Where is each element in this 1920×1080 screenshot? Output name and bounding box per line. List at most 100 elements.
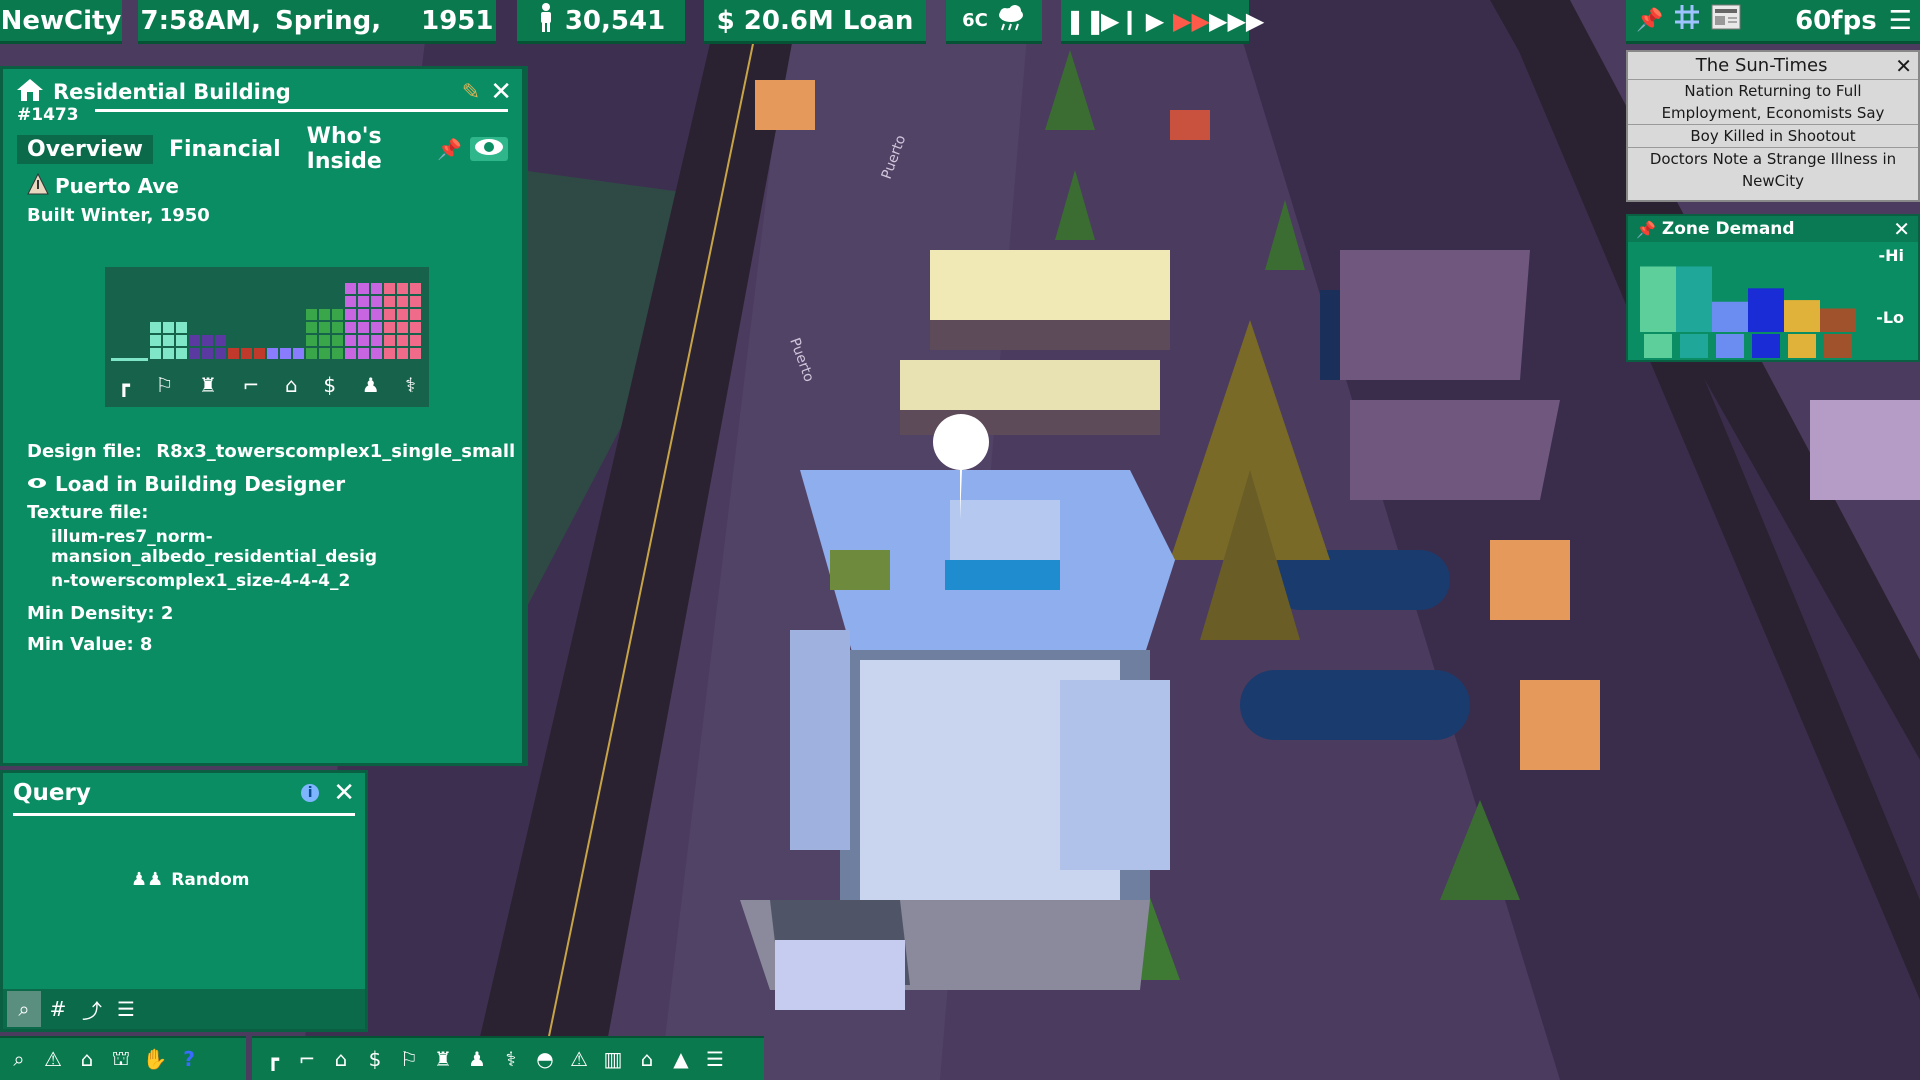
stat-block-density xyxy=(371,309,382,320)
road-warning-icon[interactable]: ⚠ xyxy=(36,1041,70,1077)
weather-box[interactable]: 6C xyxy=(946,0,1042,44)
stat-block-education xyxy=(150,322,161,333)
city-name: NewCity xyxy=(0,5,122,36)
query-item-random[interactable]: ♟♟ Random xyxy=(131,869,250,890)
design-file-value: R8x3_towerscomplex1_single_small xyxy=(156,441,516,462)
close-query-panel-button[interactable]: ✕ xyxy=(333,778,355,808)
stat-block-police xyxy=(254,348,265,359)
demand-bar-farm xyxy=(1784,300,1820,332)
close-building-panel-button[interactable]: ✕ xyxy=(490,77,512,107)
monument-icon[interactable]: ♜ xyxy=(426,1041,460,1077)
texture-file-label: Texture file: xyxy=(27,502,149,523)
stat-block-community xyxy=(306,309,317,320)
headline-3[interactable]: Doctors Note a Strange Illness in NewCit… xyxy=(1628,148,1918,192)
headline-2[interactable]: Boy Killed in Shootout xyxy=(1628,125,1918,148)
pin-panel-icon[interactable]: 📌 xyxy=(437,137,462,161)
query-icon[interactable]: ⌕ xyxy=(2,1041,36,1077)
population-text: 30,541 xyxy=(564,5,666,36)
fast-forward-icon[interactable]: ▶▶ xyxy=(1173,7,1210,35)
help-icon[interactable]: ? xyxy=(172,1041,206,1077)
query-tool-magnifier-icon[interactable]: ⌕ xyxy=(7,991,41,1027)
pin-icon[interactable]: 📌 xyxy=(1636,8,1663,33)
farm-zone-icon[interactable] xyxy=(1788,334,1816,358)
education-tool-icon[interactable]: ⚐ xyxy=(392,1041,426,1077)
stat-block-density xyxy=(358,296,369,307)
tab-whos-inside[interactable]: Who's Inside xyxy=(297,122,431,176)
zone-demand-panel: 📌 Zone Demand ✕ -Hi -Lo xyxy=(1626,214,1920,362)
police-icon[interactable]: ⌐ xyxy=(290,1041,324,1077)
close-zone-demand-button[interactable]: ✕ xyxy=(1893,217,1910,241)
road-icon[interactable]: ┏ xyxy=(256,1041,290,1077)
query-title: Query xyxy=(13,780,91,806)
stat-block-density xyxy=(358,309,369,320)
headline-1[interactable]: Nation Returning to Full Employment, Eco… xyxy=(1628,80,1918,125)
pause-icon[interactable]: ❚❚ xyxy=(1065,7,1105,35)
building-info-panel: Residential Building ✎ ✕ #1473 Overview … xyxy=(0,66,528,766)
health-tool-icon[interactable]: ⚕ xyxy=(494,1041,528,1077)
load-designer-link[interactable]: Load in Building Designer xyxy=(27,472,527,496)
stat-block-community xyxy=(332,335,343,346)
residential-zone-icon[interactable] xyxy=(1644,334,1672,358)
stat-block-crime xyxy=(202,348,213,359)
tab-overview[interactable]: Overview xyxy=(17,134,153,164)
stat-block-police xyxy=(228,348,239,359)
city-name-box[interactable]: NewCity xyxy=(0,0,122,44)
money-icon[interactable]: $ xyxy=(358,1041,392,1077)
demand-bar-office xyxy=(1748,288,1784,332)
season-text: Spring, xyxy=(275,5,382,36)
grid-icon[interactable] xyxy=(1673,3,1701,38)
query-header: Query i ✕ xyxy=(3,773,365,813)
pin-zone-icon[interactable]: 📌 xyxy=(1636,220,1656,239)
stat-block-law xyxy=(267,348,278,359)
tab-financial[interactable]: Financial xyxy=(159,135,291,164)
info-icon[interactable]: i xyxy=(301,784,320,802)
play-icon[interactable]: ▶ xyxy=(1137,7,1173,35)
newspaper-tool-icon[interactable]: ☰ xyxy=(698,1041,732,1077)
industry-icon[interactable]: ▲ xyxy=(664,1041,698,1077)
car-icon[interactable]: ◓ xyxy=(528,1041,562,1077)
budget-icon[interactable]: ✋ xyxy=(138,1041,172,1077)
mixed-use-zone-icon[interactable] xyxy=(1680,334,1708,358)
stat-block-education xyxy=(150,335,161,346)
step-icon[interactable]: ▶❙ xyxy=(1101,7,1140,35)
office-zone-icon[interactable] xyxy=(1752,334,1780,358)
stat-block-community xyxy=(319,309,330,320)
fastest-icon[interactable]: ▶▶▶ xyxy=(1209,7,1264,35)
stat-block-community xyxy=(332,309,343,320)
eye-icon[interactable] xyxy=(470,137,508,161)
stat-block-community xyxy=(306,322,317,333)
stat-block-law xyxy=(280,348,291,359)
industrial-zone-icon[interactable] xyxy=(1824,334,1852,358)
street-name[interactable]: Puerto Ave xyxy=(55,174,179,198)
ledger-tool-icon[interactable]: ☰ xyxy=(109,991,143,1027)
stat-block-community xyxy=(319,335,330,346)
stat-block-health xyxy=(397,296,408,307)
stat-block-health xyxy=(410,309,421,320)
home-icon[interactable]: ⌂ xyxy=(630,1041,664,1077)
stat-block-education xyxy=(176,335,187,346)
stat-block-crime xyxy=(189,335,200,346)
city-hall-icon[interactable]: ⛫ xyxy=(104,1041,138,1077)
stat-block-education xyxy=(176,348,187,359)
building-panel-title: Residential Building xyxy=(53,80,291,104)
newspaper-icon[interactable] xyxy=(1711,4,1741,37)
retail-zone-icon[interactable] xyxy=(1716,334,1744,358)
menu-icon[interactable]: ☰ xyxy=(1889,6,1912,36)
community-icon[interactable]: ♟ xyxy=(460,1041,494,1077)
date-time-box[interactable]: 7:58AM, Spring, 1951 xyxy=(138,0,496,44)
built-date: Built Winter, 1950 xyxy=(27,205,210,226)
query-panel: Query i ✕ ♟♟ Random ⌕ # ⤴ ☰ xyxy=(0,770,368,1032)
school-icon[interactable]: ⌂ xyxy=(324,1041,358,1077)
pencil-icon[interactable]: ✎ xyxy=(462,80,480,105)
route-tool-icon[interactable]: ⤴ xyxy=(75,991,109,1027)
query-divider xyxy=(13,813,355,816)
traffic-icon[interactable]: ⚠ xyxy=(562,1041,596,1077)
signal-icon[interactable]: ▥ xyxy=(596,1041,630,1077)
population-box[interactable]: 30,541 xyxy=(517,0,685,44)
zone-house-icon[interactable]: ⌂ xyxy=(70,1041,104,1077)
street-sign-icon xyxy=(27,172,49,199)
grid-tool-icon[interactable]: # xyxy=(41,991,75,1027)
stat-block-density xyxy=(345,283,356,294)
close-newspaper-button[interactable]: ✕ xyxy=(1895,54,1912,78)
money-box[interactable]: $ 20.6M Loan xyxy=(704,0,926,44)
